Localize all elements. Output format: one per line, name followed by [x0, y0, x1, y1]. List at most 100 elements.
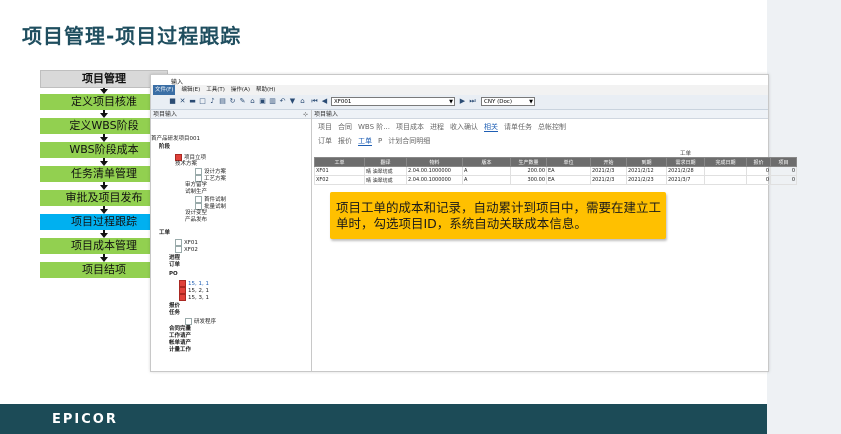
copy-icon[interactable]: ▣ [259, 98, 266, 105]
column-header[interactable]: 翻译 [364, 157, 407, 167]
detail-pane-header: 项目输入 [312, 110, 768, 119]
table-cell: 200.00 [510, 166, 547, 176]
arrow-down-icon [100, 209, 108, 214]
pin-icon[interactable]: ⊹ [303, 110, 308, 119]
paste-icon[interactable]: ▥ [269, 98, 276, 105]
tree-node-label: 工单 [159, 230, 171, 236]
tree-node[interactable]: 产品发布 [185, 217, 207, 224]
flow-step: 定义WBS阶段 [40, 118, 168, 134]
undo-icon[interactable]: ↶ [279, 98, 286, 105]
tree-node-label: 审方留学 [185, 182, 208, 188]
column-header[interactable]: 单位 [546, 157, 591, 167]
prev-record-icon[interactable]: ◀ [321, 98, 328, 105]
table-cell: 晴 油翠坊成 [364, 166, 407, 176]
column-header[interactable]: 到期 [626, 157, 667, 167]
tools-icon[interactable]: ✎ [239, 98, 246, 105]
tree-node[interactable]: 15, 3, 1 [179, 294, 209, 302]
column-header[interactable]: 版本 [462, 157, 511, 167]
table-cell: 300.00 [510, 175, 547, 185]
column-header[interactable]: 物料 [406, 157, 463, 167]
folder-icon[interactable]: ▤ [219, 98, 226, 105]
table-cell: 2021/2/23 [626, 175, 667, 185]
column-header[interactable]: 报价 [746, 157, 771, 167]
main-tab[interactable]: 相关 [483, 123, 498, 132]
table-cell [704, 175, 747, 185]
first-record-icon[interactable]: ⏮ [311, 98, 318, 105]
sub-tab[interactable]: P [378, 137, 382, 145]
last-record-icon[interactable]: ⏭ [469, 98, 476, 105]
tree-node[interactable]: PO [169, 271, 178, 278]
tree-node-label: 批量试制 [204, 204, 227, 210]
sub-tab[interactable]: 报价 [338, 137, 352, 145]
menu-bar: 文件(F) 编辑(E) 工具(T) 操作(A) 帮助(H) [151, 85, 768, 95]
callout-box: 项目工单的成本和记录，自动累计到项目中，需要在建立工单时，勾选项目ID，系统自动… [330, 192, 666, 239]
home-icon[interactable]: ⌂ [299, 98, 306, 105]
main-tab[interactable]: 合同 [338, 123, 352, 131]
main-tab[interactable]: 收入确认 [450, 123, 478, 131]
delete-icon[interactable]: ✕ [179, 98, 186, 105]
sub-tab[interactable]: 订单 [318, 137, 332, 145]
column-header[interactable]: 生产数量 [510, 157, 547, 167]
column-header[interactable]: 工单 [314, 157, 365, 167]
tree-node[interactable]: 阶段 [159, 144, 170, 151]
column-header[interactable]: 开始 [590, 157, 627, 167]
main-tab[interactable]: 项目 [318, 123, 332, 131]
project-select[interactable]: XF001 ▼ [331, 97, 455, 106]
menu-file[interactable]: 文件(F) [153, 85, 176, 95]
detail-pane: 项目输入 项目 合同 WBS 阶... 项目成本 进程 收入确认 相关 请单任务 总帐控制 订单… [312, 110, 797, 371]
tree-node[interactable]: 进程 [169, 255, 180, 262]
main-tab[interactable]: 请单任务 [504, 123, 532, 131]
tree-node-label: 首产品研发项目001 [151, 136, 200, 142]
column-header[interactable]: 完成日期 [704, 157, 747, 167]
attach-icon[interactable]: ♪ [209, 98, 216, 105]
sub-tab[interactable]: 工单 [358, 137, 372, 146]
main-tab[interactable]: 进程 [430, 123, 444, 131]
new-icon[interactable]: ▬ [189, 98, 196, 105]
table-cell: 2021/3/7 [666, 175, 705, 185]
tree-node[interactable]: 报价 [169, 303, 180, 310]
tree-node[interactable]: 订单 [169, 262, 180, 269]
tree-node[interactable]: 合同完量 [169, 326, 191, 333]
tree-node[interactable]: 工作请产 [169, 333, 191, 340]
sub-tabs: 订单 报价 工单 P 计划合同明细 [318, 136, 436, 146]
tree-node[interactable]: 技术方案 [175, 161, 197, 168]
clip-icon[interactable]: ⌂ [249, 98, 256, 105]
table-row[interactable]: XF02 晴 油翠坊成 2.04.00.1000000 A 300.00 EA 2021/2… [314, 175, 797, 185]
epicor-logo: EPICOR [52, 412, 118, 427]
print-icon[interactable]: □ [199, 98, 206, 105]
process-flow: 项目管理 定义项目核准 定义WBS阶段 WBS阶段成本 任务清单管理 审批及项目发布 项目… [40, 70, 168, 278]
main-tab[interactable]: WBS 阶... [358, 123, 390, 131]
table-row[interactable]: XF01 晴 油翠坊成 2.04.00.1000000 A 200.00 EA 2021/2… [314, 166, 797, 176]
sub-tab[interactable]: 计划合同明细 [388, 137, 430, 145]
menu-actions[interactable]: 操作(A) [231, 85, 250, 95]
tree-node[interactable]: 研发程序 [185, 318, 216, 326]
column-header[interactable]: 项目 [770, 157, 797, 167]
menu-help[interactable]: 帮助(H) [256, 85, 275, 95]
tree-node[interactable]: 帐单请产 [169, 340, 191, 347]
next-record-icon[interactable]: ▶ [459, 98, 466, 105]
tree-node[interactable]: 设计变型 [185, 210, 207, 217]
tree-node-label: 产品发布 [185, 217, 208, 223]
column-header[interactable]: 需求日期 [666, 157, 705, 167]
tree-node[interactable]: XF02 [175, 246, 198, 254]
tree-node[interactable]: 试制生产 [185, 189, 207, 196]
arrow-down-icon [100, 161, 108, 166]
menu-edit[interactable]: 编辑(E) [181, 85, 200, 95]
document-icon [195, 203, 202, 210]
tree-node[interactable]: 审方留学 [185, 182, 207, 189]
tree-node[interactable]: 首产品研发项目001 [151, 136, 200, 143]
save-icon[interactable]: ■ [169, 98, 176, 105]
filter-icon[interactable]: ▼ [289, 98, 296, 105]
tree-node-label: 报价 [169, 303, 181, 309]
tree-node[interactable]: 任务 [169, 310, 180, 317]
currency-select[interactable]: CNY (Doc) ▼ [481, 97, 535, 106]
menu-tools[interactable]: 工具(T) [206, 85, 225, 95]
table-cell: 0 [746, 175, 771, 185]
tree-node[interactable]: 工单 [159, 230, 170, 237]
tree-node-label: 帐单请产 [169, 340, 192, 346]
refresh-icon[interactable]: ↻ [229, 98, 236, 105]
tree-node[interactable]: 计量工作 [169, 347, 191, 354]
arrow-down-icon [100, 185, 108, 190]
main-tab[interactable]: 项目成本 [396, 123, 424, 131]
main-tab[interactable]: 总帐控制 [538, 123, 566, 131]
